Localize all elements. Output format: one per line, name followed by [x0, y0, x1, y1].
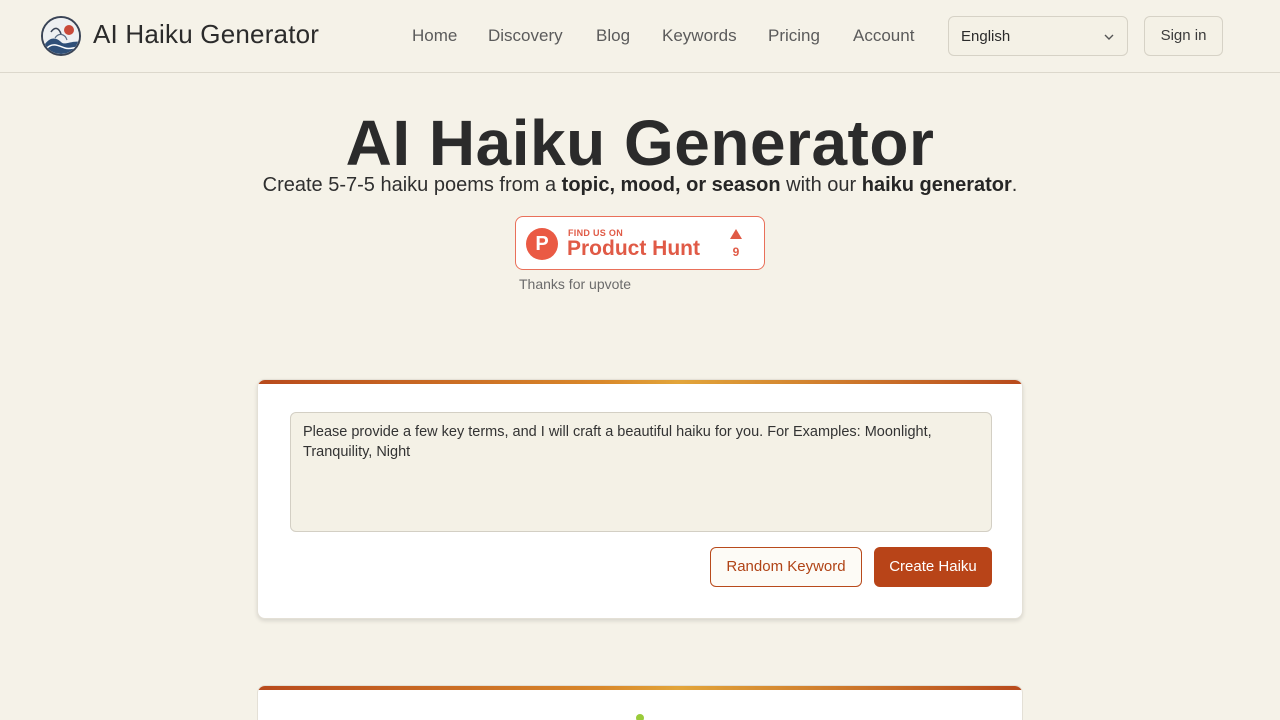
upvote-count: 9 [732, 245, 740, 259]
nav-discovery[interactable]: Discovery [488, 26, 563, 46]
product-hunt-logo-icon: P [526, 228, 558, 260]
subtitle-emphasis: topic, mood, or season [561, 174, 781, 196]
nav-keywords[interactable]: Keywords [662, 26, 737, 46]
sign-in-button[interactable]: Sign in [1144, 16, 1223, 56]
sprout-icon [636, 714, 644, 720]
thanks-text: Thanks for upvote [519, 276, 632, 292]
subtitle-text: with our [780, 174, 862, 196]
brand-name[interactable]: AI Haiku Generator [93, 19, 319, 50]
subtitle-text: . [1011, 174, 1018, 196]
site-header: AI Haiku Generator Home Discovery Blog K… [0, 0, 1280, 73]
subtitle-emphasis: haiku generator [861, 174, 1012, 196]
nav-pricing[interactable]: Pricing [768, 26, 820, 46]
logo-icon[interactable] [41, 16, 81, 56]
haiku-generator-card: Random Keyword Create Haiku [257, 379, 1023, 619]
random-keyword-button[interactable]: Random Keyword [710, 547, 862, 587]
badge-title: Product Hunt [567, 237, 700, 260]
chevron-down-icon [1103, 30, 1115, 47]
card-accent-bar [258, 686, 1022, 690]
page-title: AI Haiku Generator [345, 107, 935, 179]
product-hunt-badge[interactable]: P FIND US ON Product Hunt 9 [515, 216, 765, 270]
upvote-arrow-icon [730, 229, 742, 239]
create-haiku-button[interactable]: Create Haiku [874, 547, 992, 587]
nav-account[interactable]: Account [853, 26, 914, 46]
keywords-input[interactable] [290, 412, 992, 532]
page-subtitle: Create 5-7-5 haiku poems from a topic, m… [0, 174, 1280, 197]
language-select[interactable]: English [948, 16, 1128, 56]
results-card [257, 685, 1023, 720]
subtitle-text: Create 5-7-5 haiku poems from a [262, 174, 562, 196]
language-value: English [961, 28, 1011, 45]
nav-blog[interactable]: Blog [596, 26, 630, 46]
nav-home[interactable]: Home [412, 26, 457, 46]
card-accent-bar [258, 380, 1022, 384]
